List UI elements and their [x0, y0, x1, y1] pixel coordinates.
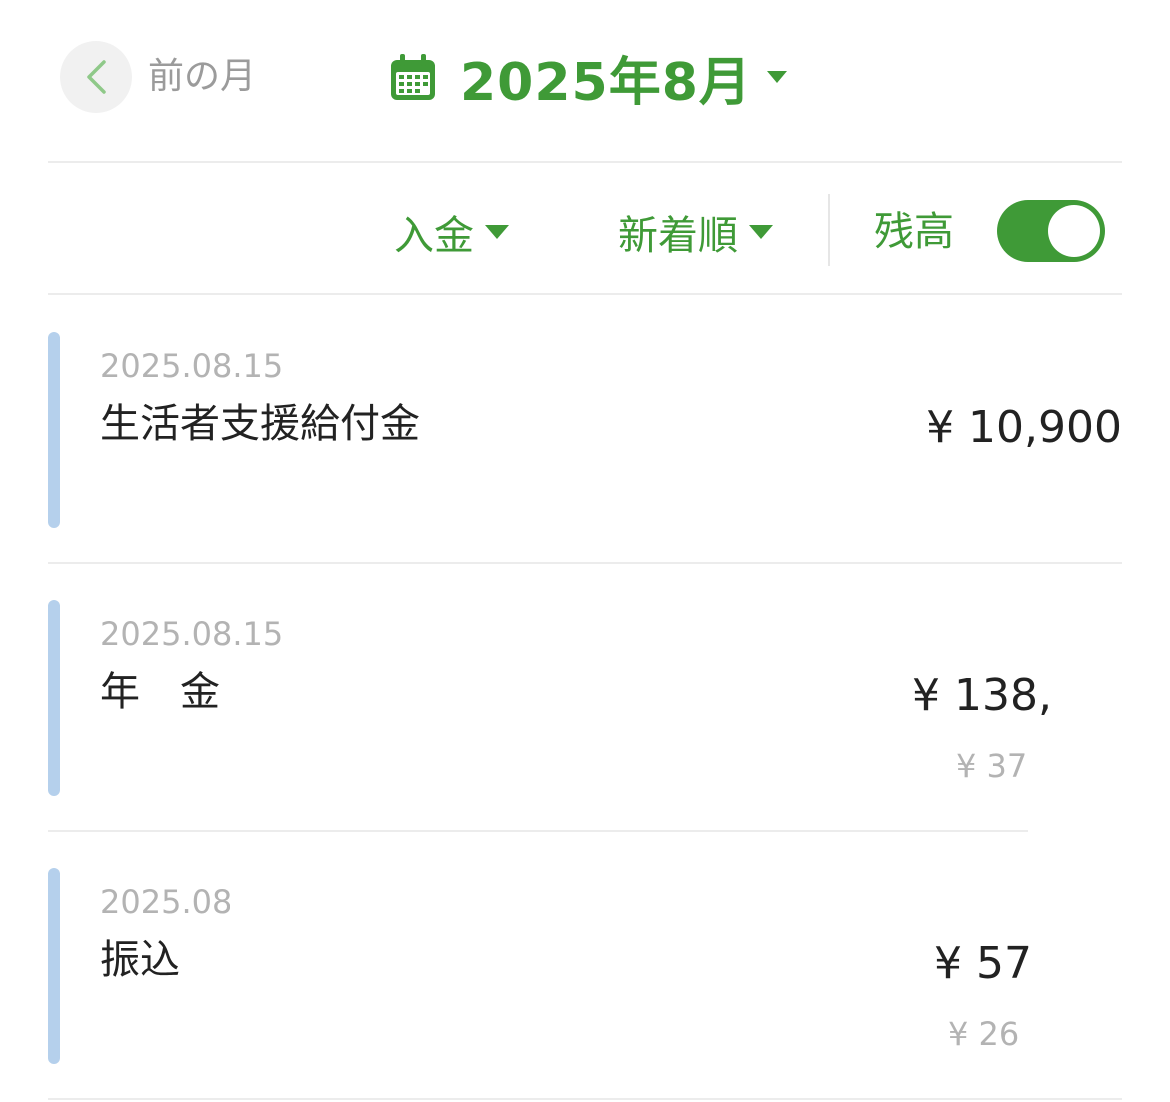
balance-after: ¥ 26 — [948, 1015, 1020, 1053]
caret-down-icon — [766, 71, 787, 83]
transaction-amount: ¥ 57 — [934, 938, 1032, 989]
header-divider — [48, 161, 1122, 163]
calendar-icon — [391, 54, 435, 100]
transaction-amount: ¥ 138, — [912, 670, 1052, 721]
prev-month-label[interactable]: 前の月 — [148, 52, 256, 102]
transaction-title: 振込 — [100, 937, 180, 983]
balance-after: ¥ 37 — [956, 747, 1028, 785]
prev-month-button[interactable] — [60, 41, 132, 113]
row-marker — [48, 600, 60, 796]
transaction-date: 2025.08.15 — [100, 347, 284, 385]
caret-down-icon — [749, 225, 773, 239]
toggle-knob — [1048, 205, 1100, 257]
balance-toggle-label: 残高 — [874, 209, 954, 255]
caret-down-icon — [485, 225, 509, 239]
month-selector[interactable]: 2025年8月 — [388, 40, 788, 115]
transaction-title: 生活者支援給付金 — [100, 401, 420, 447]
type-filter-label: 入金 — [394, 213, 474, 259]
row-marker — [48, 868, 60, 1064]
filter-bar: 入金 新着順 残高 — [0, 164, 1170, 294]
row-divider — [48, 1098, 1122, 1100]
current-month[interactable]: 2025年8月 — [460, 40, 752, 115]
chevron-left-icon — [87, 60, 106, 94]
sort-dropdown[interactable]: 新着順 — [618, 204, 774, 260]
transaction-date: 2025.08 — [100, 883, 230, 921]
balance-toggle[interactable] — [997, 200, 1105, 262]
transaction-row[interactable]: 2025.08.15 年 金 ¥ 138, ¥ 37 — [0, 564, 1170, 832]
transaction-date: 2025.08.15 — [100, 615, 284, 653]
type-filter-dropdown[interactable]: 入金 — [394, 204, 510, 260]
sort-label: 新着順 — [618, 213, 738, 259]
row-marker — [48, 332, 60, 528]
header: 前の月 2025年8月 — [0, 0, 1170, 160]
transaction-title: 年 金 — [100, 669, 220, 715]
transaction-amount: ¥ 10,900 — [926, 402, 1122, 453]
filter-separator — [828, 194, 830, 266]
balance-clip: ¥ 37 — [956, 746, 1030, 790]
transaction-row[interactable]: 2025.08 振込 ¥ 57 ¥ 26 — [0, 832, 1170, 1100]
filter-divider — [48, 293, 1122, 295]
transaction-row[interactable]: 2025.08.15 生活者支援給付金 ¥ 10,900 — [0, 296, 1170, 564]
date-clip: 2025.08 — [100, 882, 230, 926]
